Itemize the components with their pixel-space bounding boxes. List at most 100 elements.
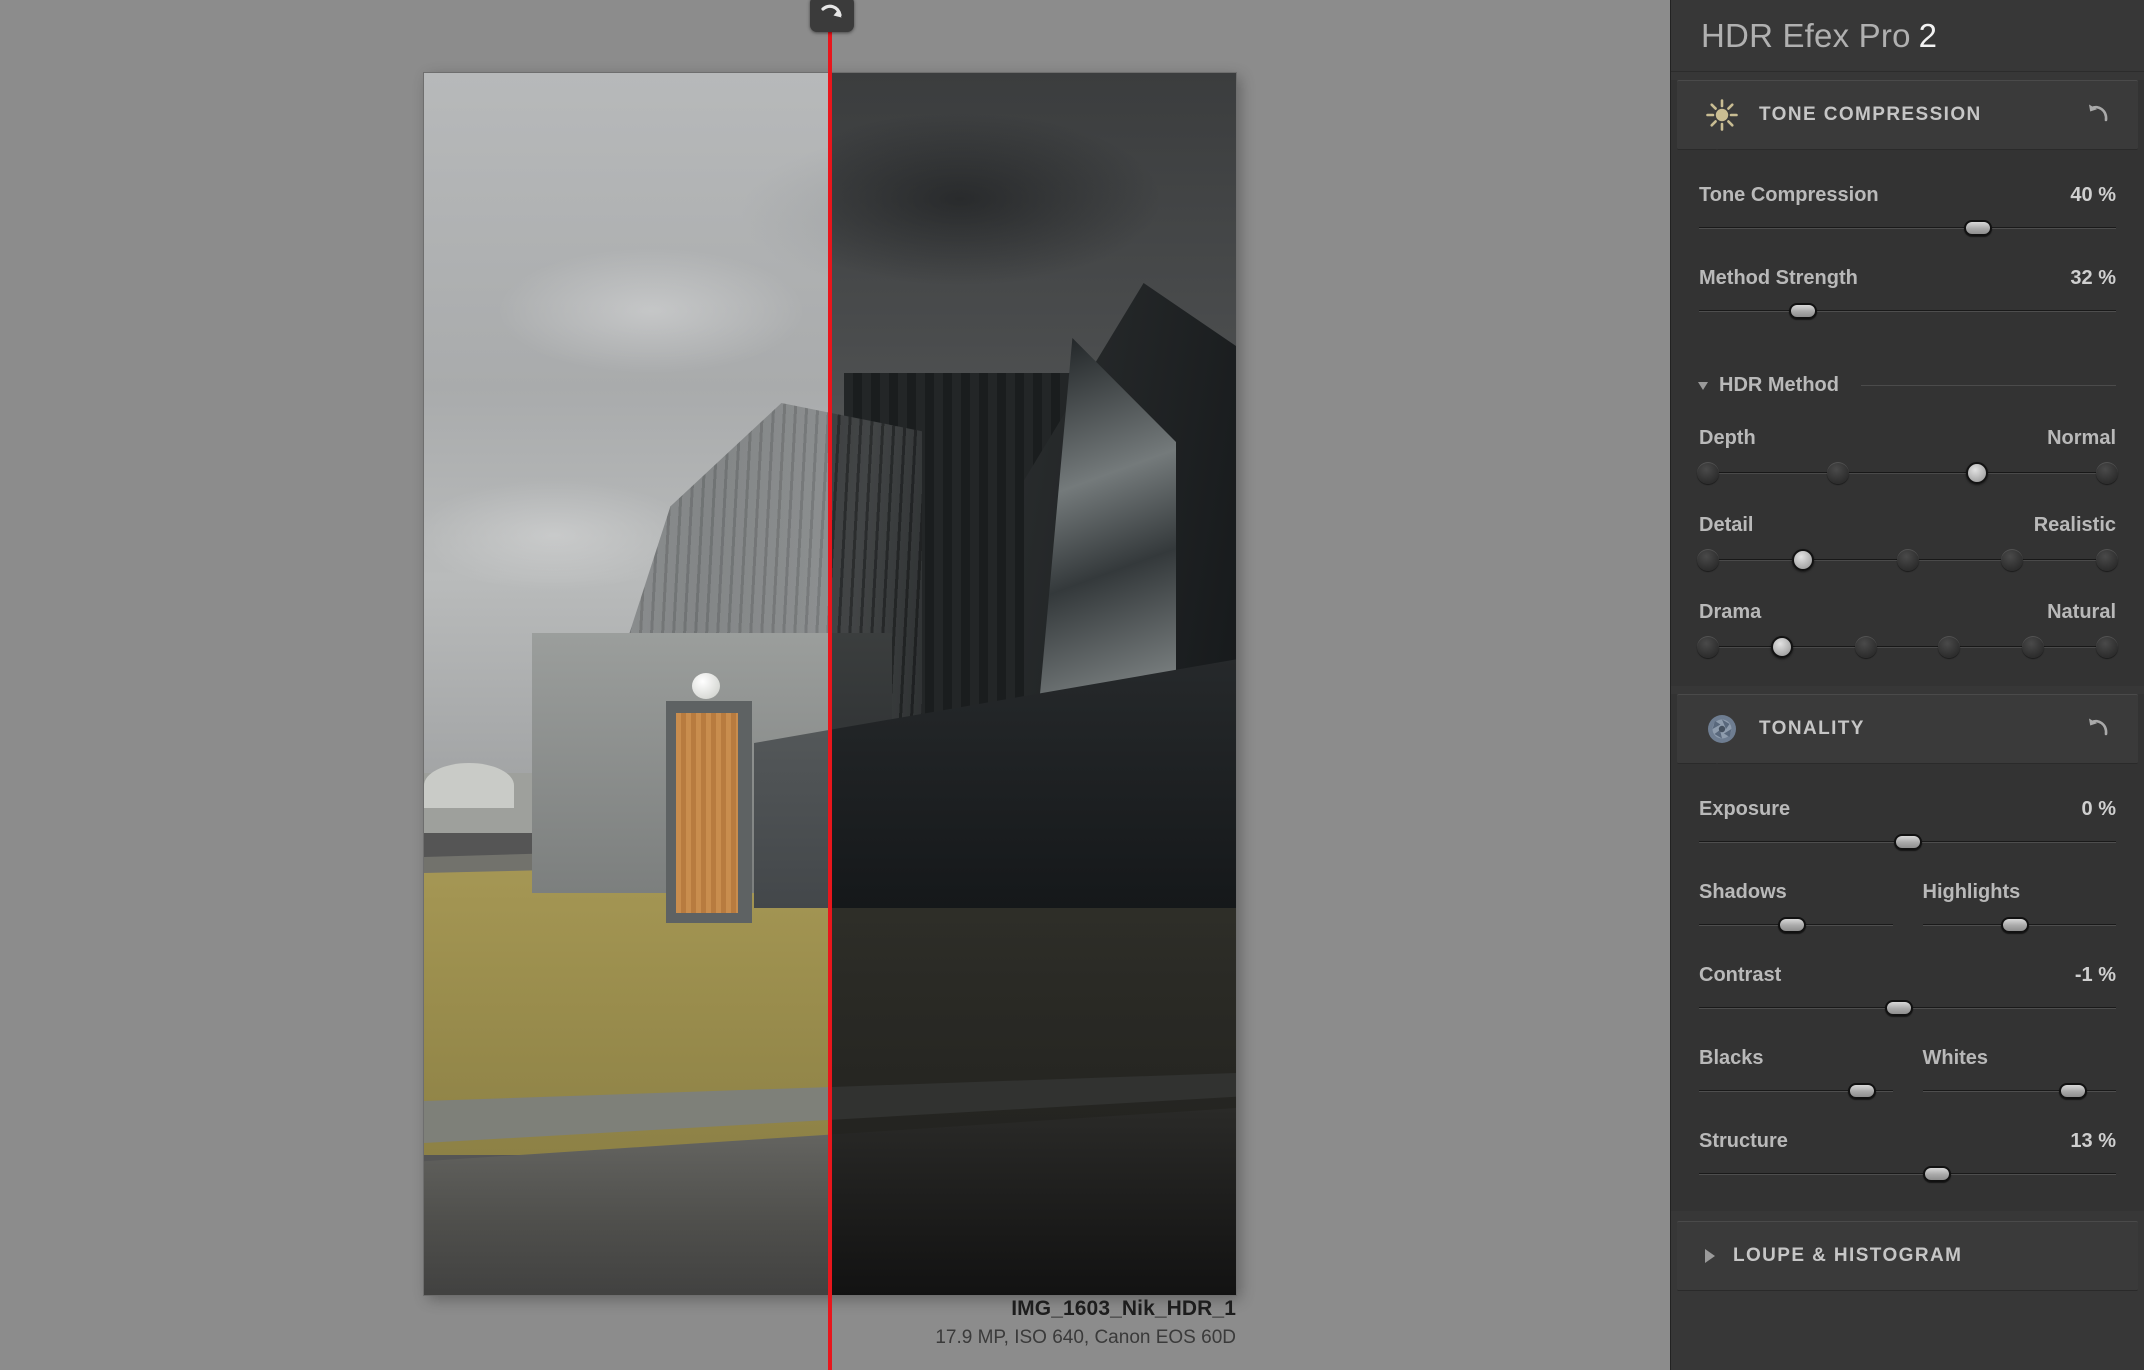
slider-track-contrast[interactable] xyxy=(1699,999,2116,1017)
notch-track-drama[interactable] xyxy=(1697,634,2118,660)
notch-stop[interactable] xyxy=(1854,636,1877,658)
adjustments-panel[interactable]: HDR Efex Pro 2 TONE COMPRESSION Tone Com… xyxy=(1670,0,2144,1370)
slider-label-row: Blacks xyxy=(1699,1047,1893,1070)
slider-thumb[interactable] xyxy=(1847,1083,1876,1099)
slider-row-contrast[interactable]: Contrast -1 % xyxy=(1699,964,2116,1017)
notch-track-depth[interactable] xyxy=(1697,460,2118,486)
slider-row-blacks[interactable]: Blacks xyxy=(1699,1047,1893,1100)
slider-row-shadows[interactable]: Shadows xyxy=(1699,881,1893,934)
slider-label: Blacks xyxy=(1699,1047,1764,1069)
triangle-right-icon[interactable] xyxy=(1705,1249,1715,1263)
slider-track-method-strength[interactable] xyxy=(1699,302,2116,320)
notch-stop[interactable] xyxy=(1826,462,1849,484)
split-preview-divider[interactable] xyxy=(828,0,832,1370)
notch-slider-row-drama[interactable]: Drama Natural xyxy=(1697,601,2118,660)
slider-track-shadows[interactable] xyxy=(1699,916,1893,934)
notch-track-detail[interactable] xyxy=(1697,547,2118,573)
slider-thumb[interactable] xyxy=(1964,220,1993,236)
slider-rail xyxy=(1699,310,2116,312)
slider-track-whites[interactable] xyxy=(1922,1082,2116,1100)
notch-slider-row-detail[interactable]: Detail Realistic xyxy=(1697,514,2118,573)
app-brand-label: HDR Efex Pro xyxy=(1701,16,1911,54)
notch-stop[interactable] xyxy=(1697,636,1719,658)
slider-row-exposure[interactable]: Exposure 0 % xyxy=(1699,798,2116,851)
slider-track-highlights[interactable] xyxy=(1922,916,2116,934)
slider-label-row: Whites xyxy=(1923,1047,2117,1070)
image-filename: IMG_1603_Nik_HDR_1 xyxy=(1011,1297,1236,1320)
slider-track-blacks[interactable] xyxy=(1699,1082,1893,1100)
notch-stop[interactable] xyxy=(1938,636,1961,658)
slider-thumb[interactable] xyxy=(1922,1166,1951,1182)
notch-stop-selected[interactable] xyxy=(1771,636,1794,658)
slider-label: Method Strength xyxy=(1699,267,1858,289)
image-canvas[interactable]: IMG_1603_Nik_HDR_1 17.9 MP, ISO 640, Can… xyxy=(0,0,1670,1370)
notch-rail xyxy=(1708,472,2107,474)
wooden-door-region xyxy=(676,713,738,913)
notch-stop[interactable] xyxy=(1896,549,1919,571)
slider-value: 0 % xyxy=(2081,798,2116,820)
notch-label: Drama xyxy=(1699,601,1762,623)
panel-header: HDR Efex Pro 2 xyxy=(1671,0,2144,72)
slider-thumb[interactable] xyxy=(2001,917,2030,933)
slider-value: 40 % xyxy=(2070,184,2116,206)
notch-label-row: Depth Normal xyxy=(1699,427,2116,450)
slider-label-row: Contrast -1 % xyxy=(1699,964,2116,987)
notch-option: Realistic xyxy=(2033,514,2116,536)
section-tonality: TONALITY Exposure 0 % Shadows Highlights… xyxy=(1671,694,2144,1211)
notch-stop[interactable] xyxy=(2096,549,2118,571)
wall-lamp-region xyxy=(692,673,720,699)
slider-label: Contrast xyxy=(1699,964,1782,986)
section-title: TONE COMPRESSION xyxy=(1759,104,1982,125)
slider-label: Highlights xyxy=(1922,881,2021,903)
aperture-icon xyxy=(1705,712,1739,746)
slider-track-exposure[interactable] xyxy=(1699,833,2116,851)
section-title: LOUPE & HISTOGRAM xyxy=(1733,1245,1963,1266)
notch-stop[interactable] xyxy=(2021,636,2044,658)
subgroup-header-hdr-method[interactable]: HDR Method xyxy=(1698,374,2116,397)
split-divider-handle[interactable] xyxy=(810,0,854,32)
section-title: TONALITY xyxy=(1759,718,1865,739)
subgroup-title: HDR Method xyxy=(1719,374,1839,396)
slider-thumb[interactable] xyxy=(1777,917,1806,933)
slider-row-highlights[interactable]: Highlights xyxy=(1922,881,2117,934)
section-header-tonality[interactable]: TONALITY xyxy=(1677,694,2138,774)
slider-row-whites[interactable]: Whites xyxy=(1922,1047,2117,1100)
notch-stop[interactable] xyxy=(1697,549,1719,571)
section-tone-compression: TONE COMPRESSION Tone Compression 40 % M… xyxy=(1671,80,2144,686)
notch-label-row: Detail Realistic xyxy=(1699,514,2116,537)
slider-thumb[interactable] xyxy=(1789,303,1818,319)
slider-row-structure[interactable]: Structure 13 % xyxy=(1699,1130,2116,1183)
slider-row-tone-compression[interactable]: Tone Compression 40 % xyxy=(1699,184,2116,237)
notch-slider-row-depth[interactable]: Depth Normal xyxy=(1697,427,2118,486)
slider-pair-blacks-whites: Blacks Whites xyxy=(1699,1047,2116,1100)
reset-arrow-icon[interactable] xyxy=(2086,715,2112,744)
slider-thumb[interactable] xyxy=(1893,834,1922,850)
slider-label-row: Highlights xyxy=(1923,881,2117,904)
section-header-loupe-histogram[interactable]: LOUPE & HISTOGRAM xyxy=(1677,1221,2138,1291)
slider-label: Structure xyxy=(1699,1130,1788,1152)
notch-stop[interactable] xyxy=(2096,462,2118,484)
slider-label: Exposure xyxy=(1699,798,1791,820)
section-body-tone-compression: Tone Compression 40 % Method Strength 32… xyxy=(1671,150,2144,686)
slider-thumb[interactable] xyxy=(2059,1083,2088,1099)
slider-rail xyxy=(1699,227,2116,229)
section-header-tone-compression[interactable]: TONE COMPRESSION xyxy=(1677,80,2138,160)
notch-stop-selected[interactable] xyxy=(1965,462,1988,484)
slider-thumb[interactable] xyxy=(1885,1000,1914,1016)
notch-stop[interactable] xyxy=(2096,636,2118,658)
slider-track-structure[interactable] xyxy=(1699,1165,2116,1183)
slider-row-method-strength[interactable]: Method Strength 32 % xyxy=(1699,267,2116,320)
slider-track-tone-compression[interactable] xyxy=(1699,219,2116,237)
slider-label-row: Shadows xyxy=(1699,881,1893,904)
notch-stop[interactable] xyxy=(2000,549,2023,571)
chevron-down-icon[interactable] xyxy=(1698,381,1708,390)
slider-label-row: Structure 13 % xyxy=(1699,1130,2116,1153)
curved-arrow-icon xyxy=(819,3,845,25)
reset-arrow-icon[interactable] xyxy=(2086,101,2112,130)
mound-region xyxy=(424,763,514,808)
notch-stop-selected[interactable] xyxy=(1792,549,1815,571)
slider-label-row: Method Strength 32 % xyxy=(1699,267,2116,290)
section-body-tonality: Exposure 0 % Shadows Highlights Contrast… xyxy=(1671,764,2144,1211)
notch-stop[interactable] xyxy=(1697,462,1719,484)
